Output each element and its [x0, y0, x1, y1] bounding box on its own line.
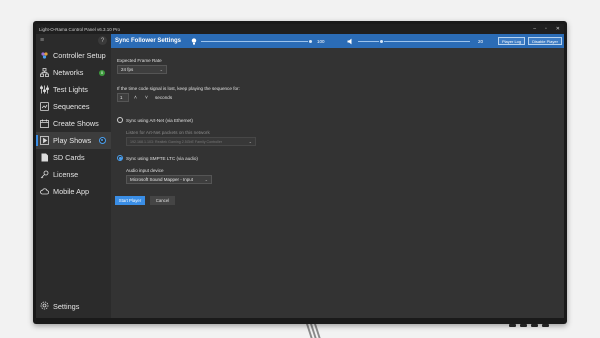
brightness-value: 100	[317, 38, 325, 44]
frame-rate-value: 24 fps	[121, 67, 134, 72]
chevron-down-icon[interactable]: ˅	[142, 93, 151, 102]
sidebar-item-label: Networks	[53, 68, 84, 77]
frame-rate-dropdown[interactable]: 24 fps ⌄	[117, 65, 167, 74]
sidebar-item-mobile-app[interactable]: Mobile App	[36, 183, 111, 200]
artnet-network-dropdown[interactable]: 192.168.1.103: Realtek Gaming 2.5GbE Fam…	[126, 137, 256, 146]
settings-label: Settings	[53, 302, 80, 311]
sidebar-item-controller-setup[interactable]: Controller Setup	[36, 47, 111, 64]
sidebar-item-label: Mobile App	[53, 187, 90, 196]
gear-icon	[40, 301, 49, 312]
cancel-button[interactable]: Cancel	[150, 196, 175, 205]
monitor-stand	[305, 322, 322, 338]
player-log-button[interactable]: Player Log	[498, 37, 526, 45]
smpte-radio[interactable]	[117, 155, 123, 161]
volume-slider[interactable]	[358, 38, 470, 44]
frame-rate-label: Expected Frame Rate	[117, 58, 162, 63]
sidebar-item-label: Sequences	[53, 102, 90, 111]
header-bar: Sync Follower Settings 100 20 Player Log…	[111, 34, 564, 48]
sidebar-item-settings[interactable]: Settings	[40, 301, 79, 312]
chevron-down-icon: ⌄	[248, 139, 252, 144]
key-icon	[40, 170, 49, 179]
brightness-slider-handle[interactable]	[308, 38, 313, 44]
sidebar-item-sequences[interactable]: Sequences	[36, 98, 111, 115]
window-title: Light-O-Rama Control Panel v6.3.10 Pro	[39, 26, 121, 32]
sidebar-item-sd-cards[interactable]: SD Cards	[36, 149, 111, 166]
close-button[interactable]: ✕	[556, 24, 560, 34]
screen: Light-O-Rama Control Panel v6.3.10 Pro –…	[36, 24, 564, 318]
help-button[interactable]: ?	[98, 36, 107, 45]
chevron-up-icon[interactable]: ˄	[131, 93, 140, 102]
hamburger-menu-icon[interactable]: ≡	[40, 37, 44, 44]
networks-count-badge: 0	[99, 69, 105, 76]
sdcard-icon	[40, 153, 49, 162]
monitor-ports	[509, 324, 549, 327]
minimize-button[interactable]: –	[533, 24, 536, 34]
sidebar: ≡ ? Controller Setup Networks 0 Test Lig…	[36, 34, 111, 318]
sidebar-item-label: Test Lights	[53, 85, 88, 94]
sidebar-item-label: Create Shows	[53, 119, 99, 128]
sidebar-item-play-shows[interactable]: Play Shows	[36, 132, 111, 149]
sidebar-item-test-lights[interactable]: Test Lights	[36, 81, 111, 98]
sync-follower-form: Expected Frame Rate 24 fps ⌄ If the time…	[111, 48, 564, 318]
sidebar-item-label: Controller Setup	[53, 51, 106, 60]
brightness-slider[interactable]	[201, 38, 313, 44]
signal-lost-unit: seconds	[155, 95, 173, 100]
sidebar-item-networks[interactable]: Networks 0	[36, 64, 111, 81]
window-controls: – ▫ ✕	[533, 24, 560, 34]
cloud-icon	[40, 187, 49, 196]
audio-device-value: Microsoft Sound Mapper - Input	[130, 177, 194, 182]
disable-player-button[interactable]: Disable Player	[528, 37, 562, 45]
play-icon	[40, 136, 49, 145]
volume-slider-handle[interactable]	[379, 38, 385, 44]
sidebar-item-create-shows[interactable]: Create Shows	[36, 115, 111, 132]
sidebar-item-license[interactable]: License	[36, 166, 111, 183]
sliders-icon	[40, 85, 49, 94]
title-bar: Light-O-Rama Control Panel v6.3.10 Pro –…	[36, 24, 564, 34]
signal-lost-input[interactable]: 1	[117, 93, 129, 102]
maximize-button[interactable]: ▫	[545, 24, 547, 34]
artnet-radio[interactable]	[117, 117, 123, 123]
page-title: Sync Follower Settings	[115, 38, 182, 44]
signal-lost-label: If the time code signal is lost, keep pl…	[117, 86, 240, 91]
audio-device-label: Audio input device	[126, 168, 164, 173]
chevron-down-icon: ⌄	[159, 67, 163, 72]
playing-status-icon	[99, 137, 106, 144]
artnet-network-label: Listen for Art-Net packets on this netwo…	[126, 130, 210, 135]
smpte-label: Sync using SMPTE LTC (via audio)	[126, 156, 198, 161]
audio-device-dropdown[interactable]: Microsoft Sound Mapper - Input ⌄	[126, 175, 212, 184]
monitor-frame: Light-O-Rama Control Panel v6.3.10 Pro –…	[33, 21, 567, 327]
sidebar-item-label: SD Cards	[53, 153, 85, 162]
start-player-button[interactable]: Start Player	[115, 196, 145, 205]
sequence-icon	[40, 102, 49, 111]
network-icon	[40, 68, 49, 77]
signal-lost-stepper: 1 ˄ ˅ seconds	[117, 93, 172, 102]
volume-value: 20	[478, 38, 484, 44]
controller-icon	[40, 51, 49, 60]
calendar-icon	[40, 119, 49, 128]
sidebar-item-label: License	[53, 170, 79, 179]
artnet-network-value: 192.168.1.103: Realtek Gaming 2.5GbE Fam…	[130, 139, 223, 144]
artnet-label: Sync using Art-Net (via Ethernet)	[126, 118, 193, 123]
chevron-down-icon: ⌄	[204, 177, 208, 182]
sidebar-item-label: Play Shows	[53, 136, 92, 145]
